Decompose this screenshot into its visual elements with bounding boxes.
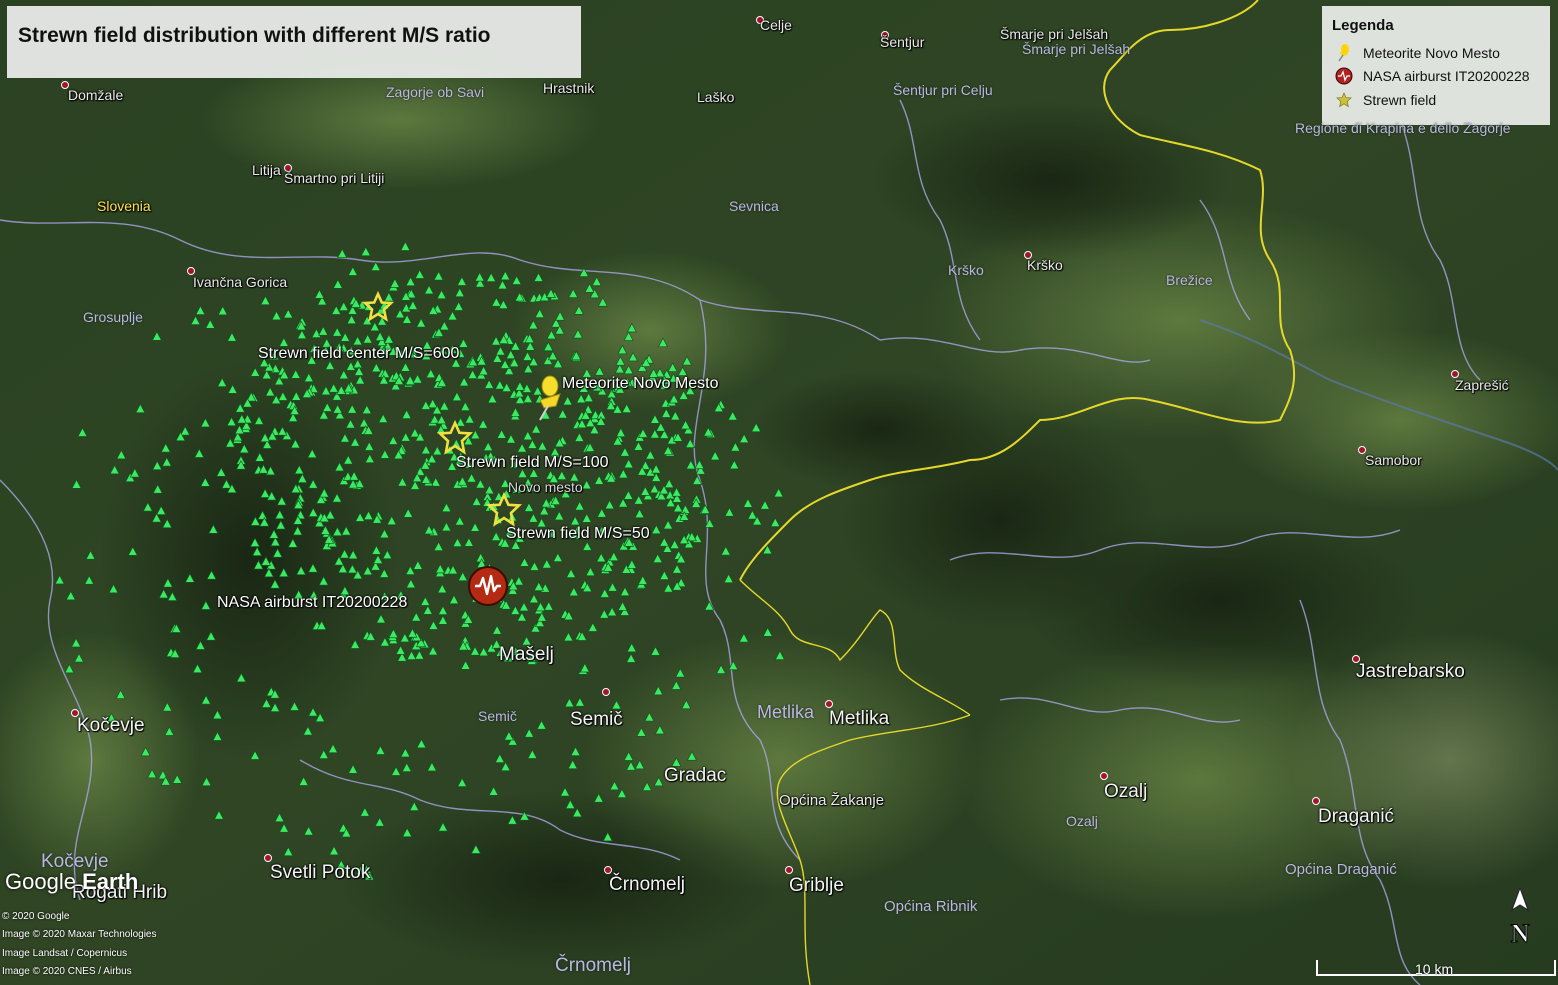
strewn-100-label: Strewn field M/S=100 — [456, 454, 609, 471]
north-arrow-icon[interactable]: N — [1503, 886, 1537, 949]
place-label: Novo mesto — [508, 479, 583, 495]
place-label: Ozalj — [1066, 813, 1098, 829]
place-label: Črnomelj — [555, 955, 632, 976]
attribution-text: Image © 2020 CNES / Airbus — [2, 966, 132, 977]
north-label: N — [1511, 919, 1530, 948]
place-label: Šentjur — [880, 34, 925, 50]
map-title: Strewn field distribution with different… — [18, 24, 491, 47]
legend-item-strewn[interactable]: Strewn field — [1334, 90, 1436, 110]
place-label: Brežice — [1166, 272, 1213, 288]
place-label: Zagorje ob Savi — [386, 84, 485, 100]
strewn-50-label: Strewn field M/S=50 — [506, 525, 650, 542]
yellow-pushpin-icon — [1334, 43, 1354, 63]
place-label: Šentjur pri Celju — [893, 82, 993, 98]
satellite-map[interactable] — [0, 0, 1558, 985]
place-label: Semič — [570, 709, 623, 730]
red-circle-icon — [1334, 66, 1354, 86]
place-label: Ivančna Gorica — [193, 274, 288, 290]
place-label: Šmarje pri Jelšah — [1000, 26, 1109, 42]
place-label: Krško — [1027, 257, 1063, 273]
strewn-center-label: Strewn field center M/S=600 — [258, 345, 460, 362]
place-label: Draganić — [1318, 806, 1395, 827]
place-label: Zaprešić — [1455, 377, 1509, 393]
legend-panel: Legenda Meteorite Novo Mesto NASA airbur… — [1322, 6, 1550, 125]
nasa-airburst-label: NASA airburst IT20200228 — [217, 594, 408, 611]
place-label: Grosuplje — [83, 309, 143, 325]
title-panel: Strewn field distribution with different… — [7, 6, 581, 78]
legend-label: NASA airburst IT20200228 — [1363, 68, 1530, 84]
place-label: Sevnica — [729, 198, 779, 214]
place-label: Krško — [948, 262, 984, 278]
legend-item-nasa[interactable]: NASA airburst IT20200228 — [1334, 66, 1530, 86]
place-label: Ozalj — [1104, 781, 1148, 802]
google-earth-logo: Google Earth — [5, 869, 139, 894]
place-label: Hrastnik — [543, 80, 595, 96]
legend-label: Strewn field — [1363, 92, 1437, 108]
place-label: Gradac — [664, 765, 727, 786]
place-label: Svetli Potok — [270, 862, 371, 883]
attribution-text: Image © 2020 Maxar Technologies — [2, 929, 157, 940]
place-label: Mašelj — [499, 644, 554, 665]
star-icon — [1334, 90, 1354, 110]
country-label: Slovenia — [97, 198, 151, 214]
place-label: Metlika — [829, 708, 890, 729]
place-label: Šmartno pri Litiji — [284, 170, 385, 186]
place-label: Celje — [760, 17, 792, 33]
place-label: Laško — [697, 89, 735, 105]
place-label: Kočevje — [77, 715, 145, 736]
meteorite-label: Meteorite Novo Mesto — [562, 375, 719, 392]
place-label: Domžale — [68, 87, 124, 103]
place-label: Jastrebarsko — [1356, 661, 1465, 682]
attribution-text: Image Landsat / Copernicus — [2, 948, 128, 959]
place-label: Metlika — [757, 702, 815, 722]
place-label: Šmarje pri Jelšah — [1022, 41, 1131, 57]
place-label: Litija — [252, 162, 281, 178]
place-label: Općina Draganić — [1285, 861, 1397, 878]
place-label: Općina Žakanje — [779, 792, 885, 809]
place-label: Općina Ribnik — [884, 898, 978, 915]
legend-item-meteorite[interactable]: Meteorite Novo Mesto — [1334, 43, 1500, 63]
legend-title: Legenda — [1332, 17, 1394, 34]
scale-bar-label: 10 km — [1415, 961, 1454, 977]
place-label: Semič — [478, 708, 517, 724]
place-label: Črnomelj — [609, 874, 686, 895]
place-label: Griblje — [789, 875, 844, 896]
nasa-airburst-icon[interactable] — [468, 566, 508, 606]
place-label: Regione di Krapina e dello Zagorje — [1295, 120, 1511, 136]
attribution-text: © 2020 Google — [2, 911, 70, 922]
legend-label: Meteorite Novo Mesto — [1363, 45, 1500, 61]
place-label: Samobor — [1365, 452, 1422, 468]
